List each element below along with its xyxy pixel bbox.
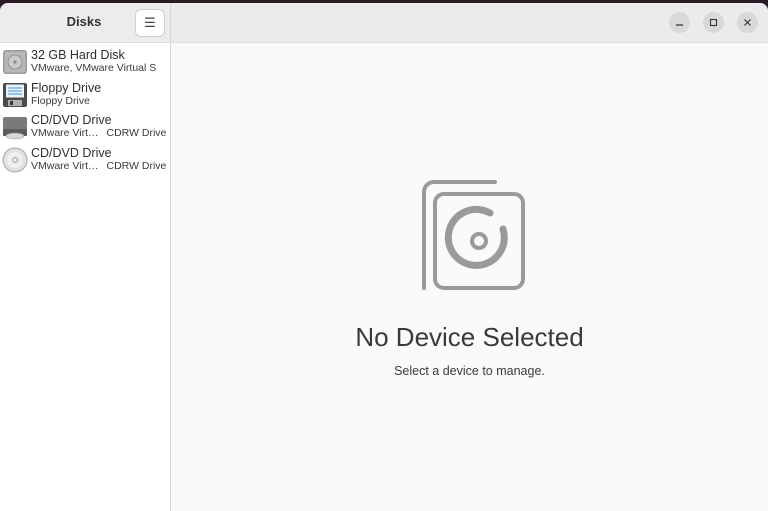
device-item-hard-disk[interactable]: 32 GB Hard Disk VMware, VMware Virtual S <box>0 46 170 79</box>
hard-disk-icon <box>3 50 27 75</box>
device-item-floppy[interactable]: Floppy Drive Floppy Drive <box>0 79 170 112</box>
optical-disc-icon <box>2 147 28 173</box>
maximize-icon <box>709 18 718 27</box>
close-icon <box>744 19 751 26</box>
content-header <box>171 3 768 42</box>
close-button[interactable] <box>737 12 758 33</box>
disks-window: Disks ☰ 32 GB Hard Disk VMware, VMware V… <box>0 3 768 511</box>
device-name: Floppy Drive <box>31 80 102 95</box>
device-name: CD/DVD Drive <box>31 113 112 128</box>
device-type: CDRW Drive <box>106 127 167 140</box>
main-menu-button[interactable]: ☰ <box>135 9 165 37</box>
device-model: VMware Virt… <box>31 159 99 172</box>
device-detail-pane: No Device Selected Select a device to ma… <box>171 43 768 511</box>
empty-state-subtitle: Select a device to manage. <box>394 364 545 378</box>
minimize-button[interactable] <box>669 12 690 33</box>
hamburger-icon: ☰ <box>144 15 156 30</box>
header-bar: Disks ☰ <box>0 3 768 43</box>
device-model: Floppy Drive <box>31 94 90 107</box>
disks-empty-icon <box>422 180 525 290</box>
optical-drive-icon <box>3 117 27 140</box>
sidebar-header: Disks ☰ <box>0 3 171 42</box>
maximize-button[interactable] <box>703 12 724 33</box>
floppy-icon <box>3 82 27 107</box>
minimize-icon <box>676 24 683 26</box>
device-item-cd-dvd-1[interactable]: CD/DVD Drive VMware Virt… CDRW Drive <box>0 111 170 144</box>
device-item-cd-dvd-2[interactable]: CD/DVD Drive VMware Virt… CDRW Drive <box>0 144 170 177</box>
device-model: VMware Virt… <box>31 127 99 140</box>
device-model: VMware, VMware Virtual S <box>31 62 157 75</box>
device-type: CDRW Drive <box>106 159 167 172</box>
device-name: 32 GB Hard Disk <box>31 48 125 63</box>
device-name: CD/DVD Drive <box>31 145 112 160</box>
device-list: 32 GB Hard Disk VMware, VMware Virtual S… <box>0 43 171 511</box>
empty-state-title: No Device Selected <box>355 322 584 352</box>
